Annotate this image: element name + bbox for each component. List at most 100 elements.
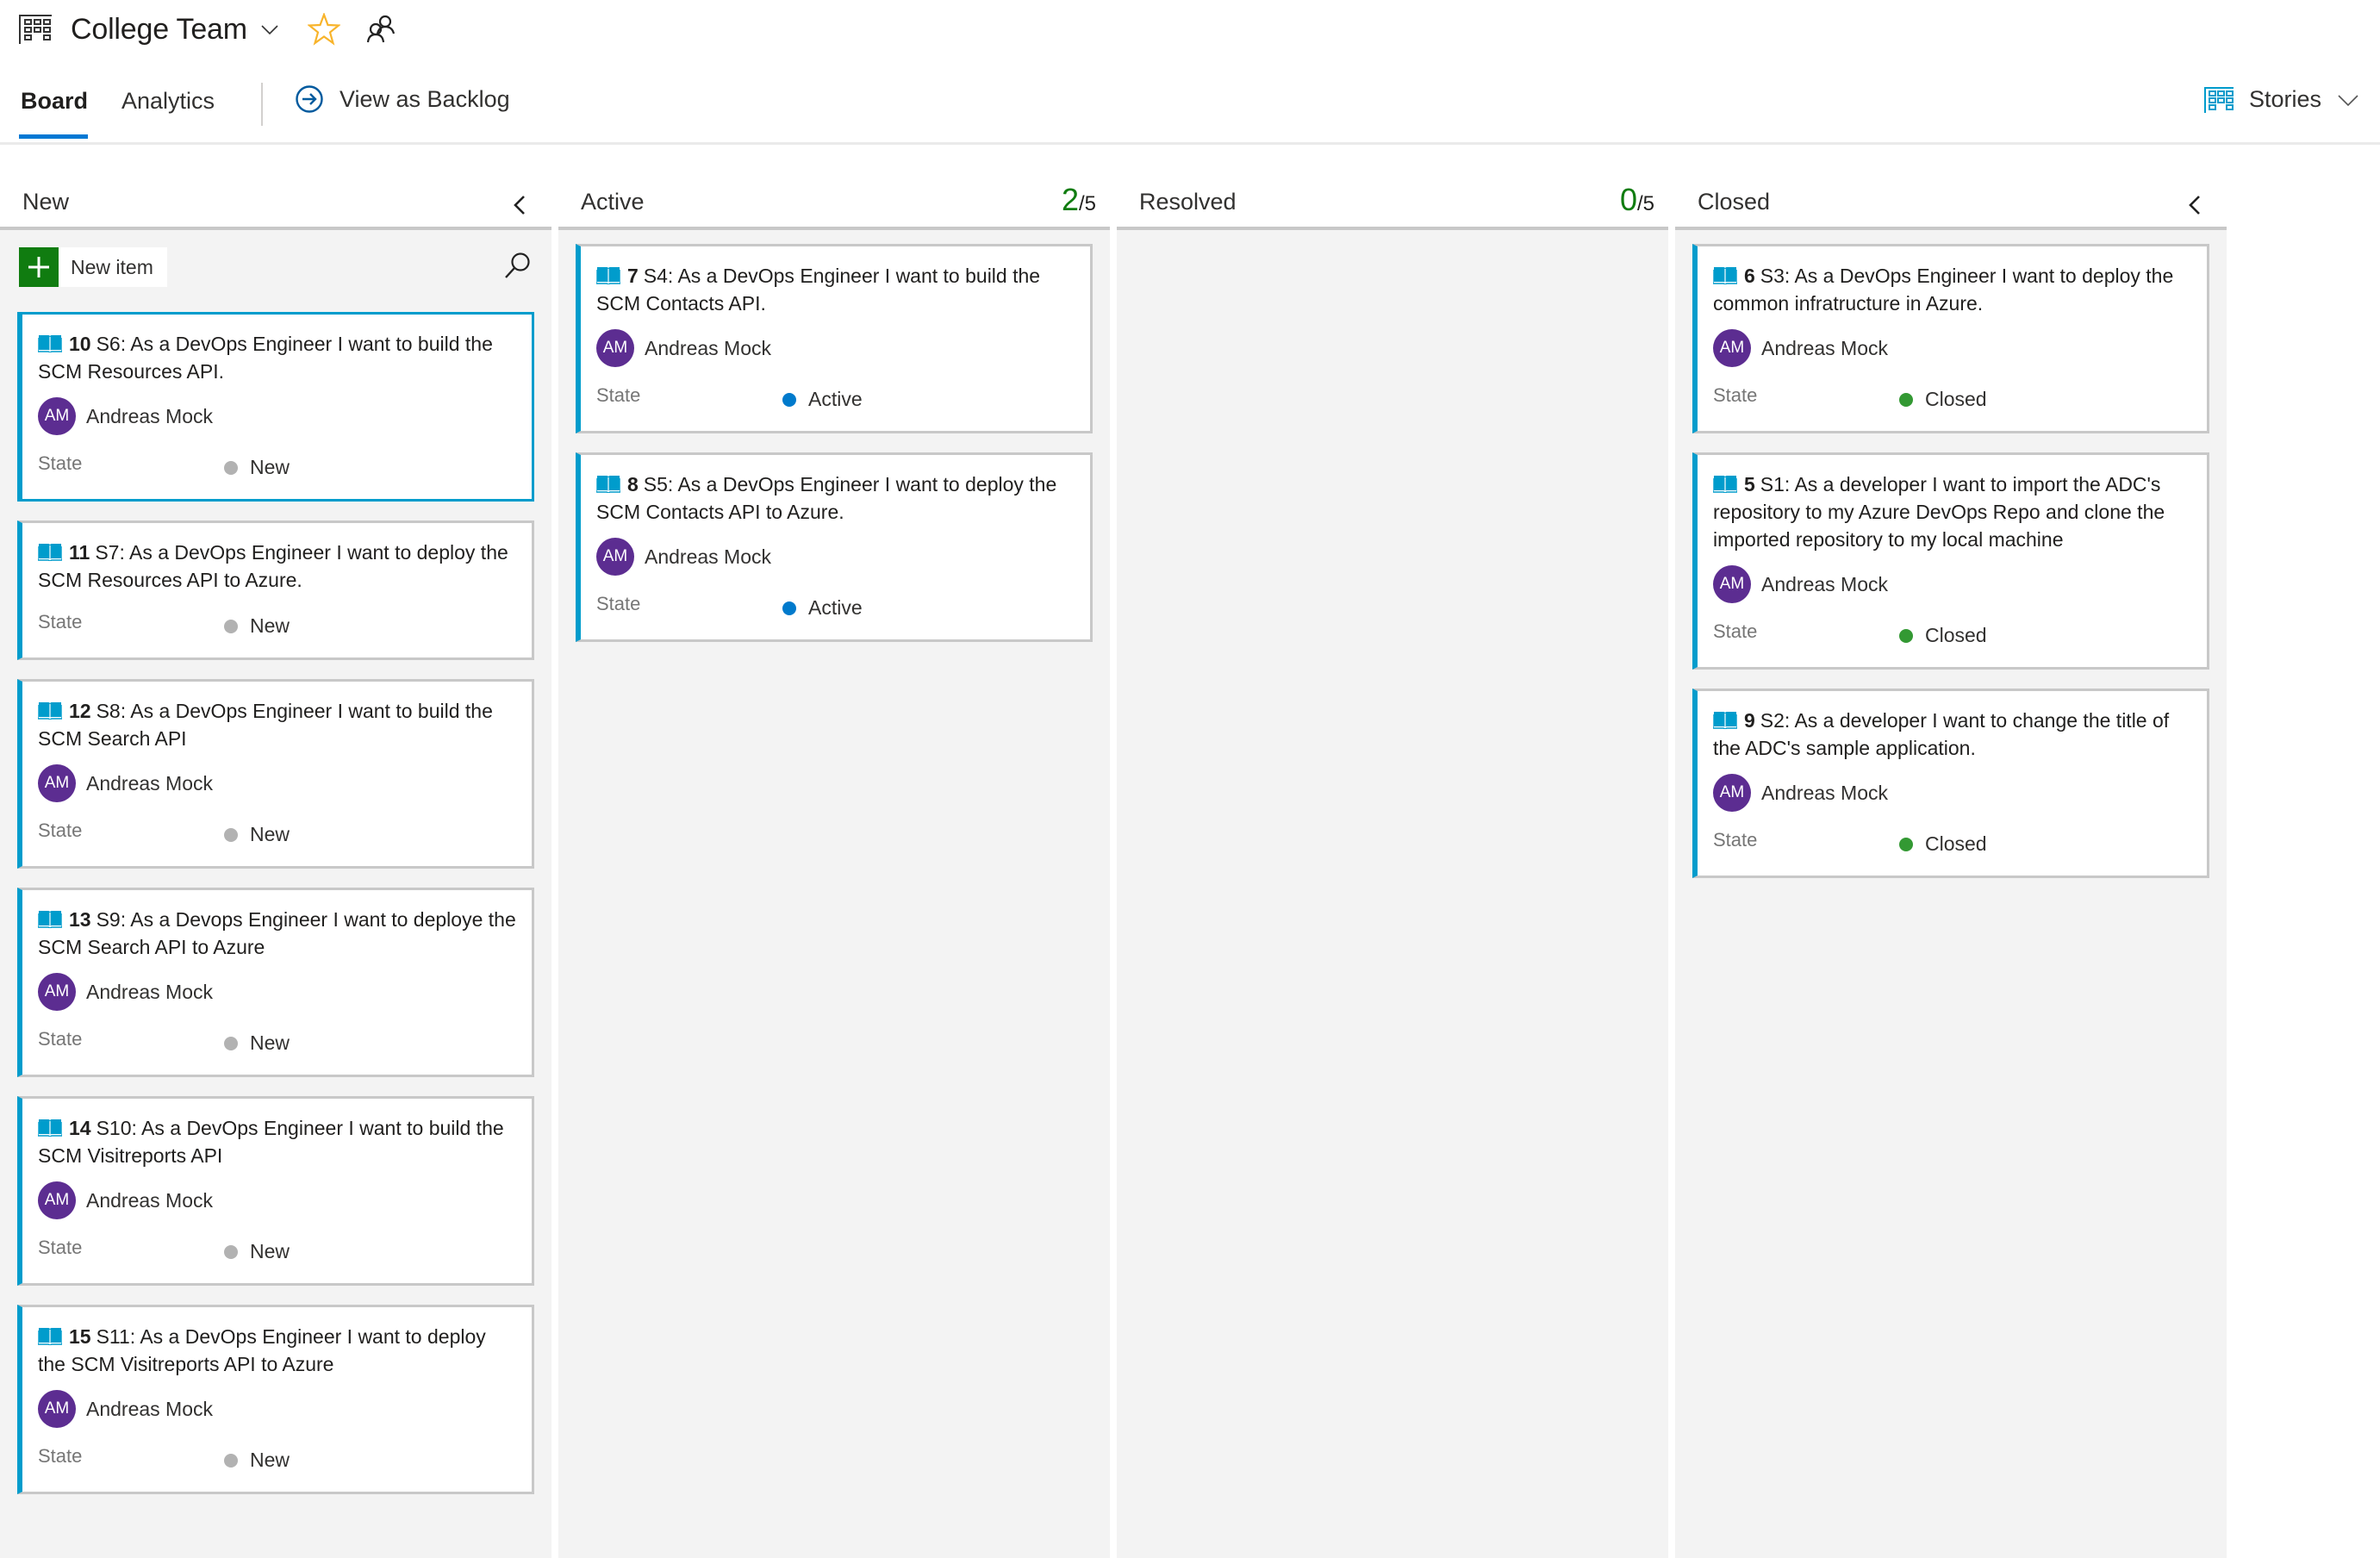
search-icon[interactable]: [503, 251, 533, 280]
card-title-line: 11 S7: As a DevOps Engineer I want to dep…: [38, 539, 518, 594]
assigned-to[interactable]: AM Andreas Mock: [596, 329, 1076, 367]
column-header-new: New: [0, 177, 551, 230]
state-label: State: [1713, 384, 1758, 406]
assignee-name: Andreas Mock: [86, 980, 214, 1003]
work-item-card[interactable]: 14 S10: As a DevOps Engineer I want to bu…: [17, 1096, 534, 1286]
column-header-closed: Closed: [1675, 177, 2227, 230]
state-text: New: [250, 1031, 290, 1054]
avatar: AM: [38, 973, 76, 1011]
state-value[interactable]: New: [224, 823, 290, 846]
work-item-id: 11: [69, 541, 90, 564]
state-value[interactable]: New: [224, 1449, 290, 1472]
team-name[interactable]: College Team: [71, 13, 247, 47]
user-story-book-icon: [38, 1119, 62, 1137]
work-item-card[interactable]: 12 S8: As a DevOps Engineer I want to bui…: [17, 679, 534, 869]
plus-icon: [19, 247, 59, 287]
user-story-book-icon: [1713, 712, 1737, 729]
work-item-card[interactable]: 11 S7: As a DevOps Engineer I want to dep…: [17, 520, 534, 660]
work-item-card[interactable]: 6 S3: As a DevOps Engineer I want to depl…: [1692, 244, 2209, 433]
user-story-book-icon: [596, 476, 620, 493]
state-dot-icon: [1899, 837, 1913, 851]
card-title-line: 9 S2: As a developer I want to change the…: [1713, 707, 2193, 762]
state-value[interactable]: New: [224, 1240, 290, 1263]
state-value[interactable]: New: [224, 1031, 290, 1055]
work-item-card[interactable]: 5 S1: As a developer I want to import the…: [1692, 452, 2209, 670]
work-item-title[interactable]: S3: As a DevOps Engineer I want to deplo…: [1713, 265, 2173, 315]
team-members-icon[interactable]: [366, 15, 396, 44]
work-item-title[interactable]: S9: As a Devops Engineer I want to deplo…: [38, 908, 516, 958]
work-item-title[interactable]: S4: As a DevOps Engineer I want to build…: [596, 265, 1040, 315]
chevron-down-icon[interactable]: [259, 19, 280, 40]
assigned-to[interactable]: AM Andreas Mock: [38, 973, 518, 1011]
work-item-card[interactable]: 15 S11: As a DevOps Engineer I want to de…: [17, 1305, 534, 1494]
work-item-title[interactable]: S5: As a DevOps Engineer I want to deplo…: [596, 473, 1056, 523]
tab-divider: [261, 83, 263, 126]
work-item-card[interactable]: 13 S9: As a Devops Engineer I want to dep…: [17, 888, 534, 1077]
collapse-column-icon[interactable]: [510, 194, 529, 216]
team-header: College Team: [19, 5, 396, 53]
new-item-label: New item: [71, 255, 153, 278]
assignee-name: Andreas Mock: [86, 1188, 214, 1212]
wip-limit: /5: [1078, 192, 1096, 215]
work-item-title[interactable]: S2: As a developer I want to change the …: [1713, 709, 2169, 759]
work-item-card[interactable]: 10 S6: As a DevOps Engineer I want to bui…: [17, 312, 534, 502]
backlog-level-picker[interactable]: Stories: [2203, 86, 2359, 113]
assigned-to[interactable]: AM Andreas Mock: [1713, 329, 2193, 367]
state-value[interactable]: Active: [782, 388, 863, 411]
assigned-to[interactable]: AM Andreas Mock: [38, 1390, 518, 1428]
state-value[interactable]: New: [224, 456, 290, 479]
assigned-to[interactable]: AM Andreas Mock: [38, 397, 518, 435]
state-value[interactable]: Closed: [1899, 624, 1987, 647]
view-as-backlog-link[interactable]: View as Backlog: [295, 84, 510, 114]
avatar: AM: [596, 329, 634, 367]
state-field: State New: [38, 1223, 518, 1283]
assigned-to[interactable]: AM Andreas Mock: [596, 538, 1076, 576]
work-item-card[interactable]: 7 S4: As a DevOps Engineer I want to buil…: [576, 244, 1093, 433]
stories-board-icon: [2203, 86, 2234, 113]
tab-bar: Board Analytics View as Backlog Stories: [0, 79, 2380, 145]
assignee-name: Andreas Mock: [1761, 572, 1889, 595]
state-field: State Active: [596, 371, 1076, 431]
state-value[interactable]: New: [224, 614, 290, 638]
new-item-button[interactable]: New item: [19, 247, 167, 287]
work-item-title[interactable]: S10: As a DevOps Engineer I want to buil…: [38, 1117, 504, 1167]
state-label: State: [1713, 620, 1758, 642]
card-title-line: 8 S5: As a DevOps Engineer I want to depl…: [596, 471, 1076, 526]
work-item-id: 5: [1744, 473, 1755, 495]
user-story-book-icon: [38, 702, 62, 720]
assigned-to[interactable]: AM Andreas Mock: [1713, 565, 2193, 603]
tab-analytics[interactable]: Analytics: [121, 88, 215, 115]
work-item-title[interactable]: S1: As a developer I want to import the …: [1713, 473, 2165, 551]
work-item-id: 8: [627, 473, 639, 495]
state-value[interactable]: Closed: [1899, 388, 1987, 411]
work-item-card[interactable]: 9 S2: As a developer I want to change the…: [1692, 689, 2209, 878]
card-title-line: 5 S1: As a developer I want to import the…: [1713, 471, 2193, 553]
collapse-column-icon[interactable]: [2185, 194, 2204, 216]
state-value[interactable]: Closed: [1899, 832, 1987, 856]
work-item-title[interactable]: S7: As a DevOps Engineer I want to deplo…: [38, 541, 508, 591]
column-closed: 6 S3: As a DevOps Engineer I want to depl…: [1675, 230, 2227, 1558]
state-value[interactable]: Active: [782, 596, 863, 620]
state-dot-icon: [224, 1036, 238, 1050]
assigned-to[interactable]: AM Andreas Mock: [38, 764, 518, 802]
assigned-to[interactable]: AM Andreas Mock: [1713, 774, 2193, 812]
backlog-level-label: Stories: [2248, 86, 2321, 112]
state-label: State: [38, 1445, 83, 1467]
state-field: State New: [38, 806, 518, 866]
assignee-name: Andreas Mock: [645, 545, 772, 568]
work-item-card[interactable]: 8 S5: As a DevOps Engineer I want to depl…: [576, 452, 1093, 642]
state-field: State New: [38, 439, 518, 499]
column-title: Active: [581, 189, 645, 215]
star-icon[interactable]: [307, 13, 340, 46]
column-new: New item 10 S6: As a DevOps Engineer I wa…: [0, 230, 551, 1558]
work-item-title[interactable]: S11: As a DevOps Engineer I want to depl…: [38, 1325, 486, 1375]
state-text: Closed: [1925, 832, 1987, 855]
assigned-to[interactable]: AM Andreas Mock: [38, 1181, 518, 1219]
work-item-title[interactable]: S8: As a DevOps Engineer I want to build…: [38, 700, 493, 750]
work-item-title[interactable]: S6: As a DevOps Engineer I want to build…: [38, 333, 493, 383]
state-dot-icon: [782, 392, 796, 407]
state-dot-icon: [224, 1453, 238, 1468]
assignee-name: Andreas Mock: [86, 1397, 214, 1420]
assignee-name: Andreas Mock: [1761, 336, 1889, 359]
tab-board[interactable]: Board: [21, 88, 88, 115]
